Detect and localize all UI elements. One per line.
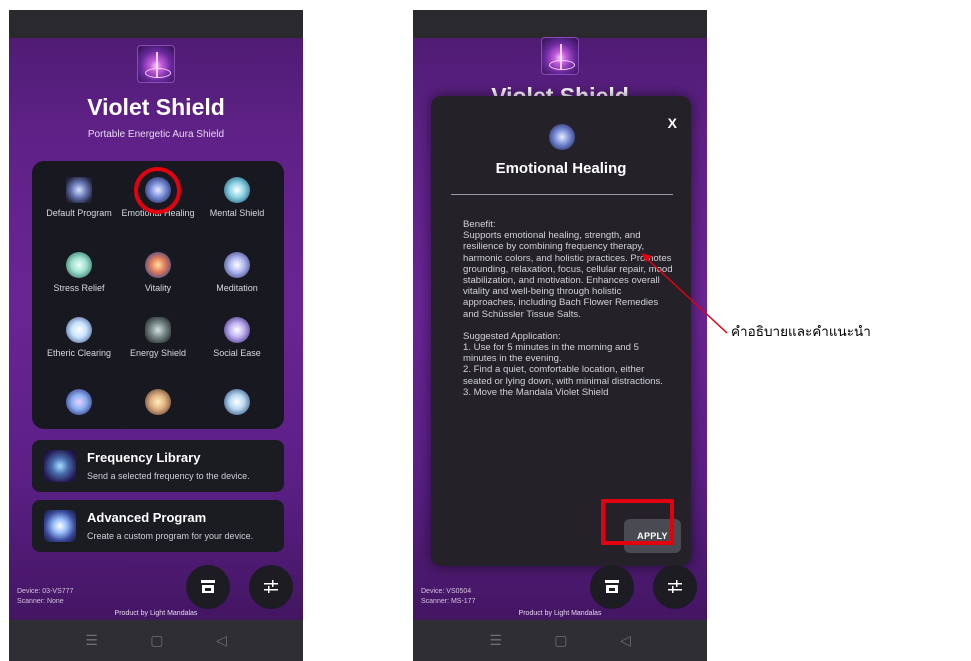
annotation-label: คำอธิบายและคำแนะนำ	[731, 324, 871, 340]
